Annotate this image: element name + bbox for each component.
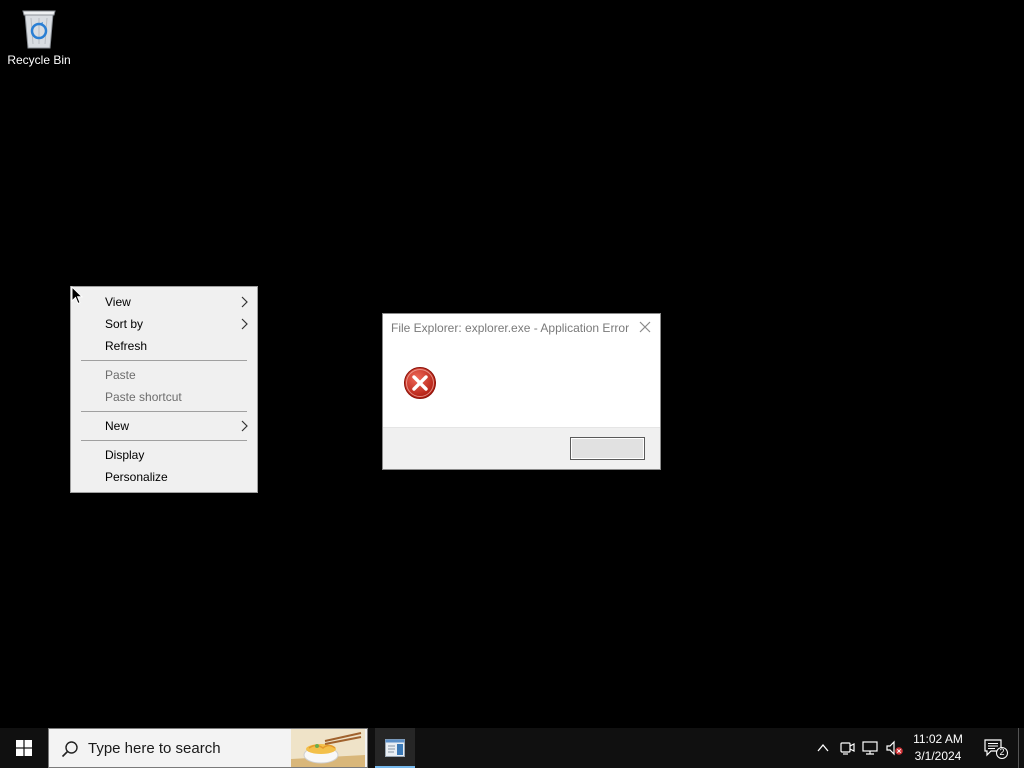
meet-now-icon[interactable] bbox=[839, 740, 855, 756]
menu-item-label: Display bbox=[105, 448, 145, 462]
menu-item-label: Paste bbox=[105, 368, 136, 382]
close-icon[interactable] bbox=[638, 320, 652, 334]
search-highlight-noodle-icon bbox=[291, 729, 365, 767]
chevron-right-icon bbox=[241, 420, 248, 432]
menu-item-refresh[interactable]: Refresh bbox=[71, 335, 257, 357]
menu-item-display[interactable]: Display bbox=[71, 444, 257, 466]
menu-item-label: Personalize bbox=[105, 470, 168, 484]
action-center-button[interactable]: 2 bbox=[978, 728, 1014, 768]
clock-time: 11:02 AM bbox=[913, 732, 963, 746]
search-placeholder: Type here to search bbox=[88, 740, 221, 757]
menu-item-sort-by[interactable]: Sort by bbox=[71, 313, 257, 335]
recycle-bin-shortcut[interactable]: Recycle Bin bbox=[4, 6, 74, 76]
menu-item-personalize[interactable]: Personalize bbox=[71, 466, 257, 488]
menu-item-label: Sort by bbox=[105, 317, 144, 331]
start-button[interactable] bbox=[0, 728, 48, 768]
ok-button[interactable] bbox=[570, 437, 645, 460]
menu-separator bbox=[81, 360, 247, 361]
search-icon bbox=[61, 741, 78, 758]
notification-count-badge: 2 bbox=[999, 747, 1005, 757]
chevron-up-icon[interactable] bbox=[816, 740, 830, 756]
app-window-icon bbox=[385, 739, 405, 757]
application-error-dialog: File Explorer: explorer.exe - Applicatio… bbox=[382, 313, 661, 470]
dialog-footer bbox=[383, 427, 660, 469]
show-desktop-button[interactable] bbox=[1018, 728, 1024, 768]
menu-item-new[interactable]: New bbox=[71, 415, 257, 437]
menu-item-paste-shortcut[interactable]: Paste shortcut bbox=[71, 386, 257, 408]
system-tray bbox=[812, 728, 904, 768]
menu-item-view[interactable]: View bbox=[71, 291, 257, 313]
taskbar-clock[interactable]: 11:02 AM 3/1/2024 bbox=[906, 731, 970, 765]
menu-item-label: Refresh bbox=[105, 339, 148, 353]
search-box[interactable]: Type here to search bbox=[48, 728, 368, 768]
menu-item-label: New bbox=[105, 419, 130, 433]
taskbar-app-error-window[interactable] bbox=[375, 728, 415, 768]
desktop[interactable]: Recycle Bin View Sort by Refresh Paste P… bbox=[0, 0, 1024, 728]
recycle-bin-icon bbox=[22, 10, 56, 49]
recycle-bin-label: Recycle Bin bbox=[7, 53, 71, 67]
chevron-right-icon bbox=[241, 318, 248, 330]
taskbar: Type here to search 11:02 AM 3/1/2024 2 bbox=[0, 728, 1024, 768]
menu-separator bbox=[81, 411, 247, 412]
menu-item-label: View bbox=[105, 295, 131, 309]
windows-logo-icon bbox=[16, 740, 32, 756]
menu-item-label: Paste shortcut bbox=[105, 390, 182, 404]
mouse-cursor-icon bbox=[71, 286, 83, 305]
chevron-right-icon bbox=[241, 296, 248, 308]
clock-date: 3/1/2024 bbox=[914, 749, 962, 763]
dialog-title: File Explorer: explorer.exe - Applicatio… bbox=[391, 321, 630, 335]
menu-separator bbox=[81, 440, 247, 441]
menu-item-paste[interactable]: Paste bbox=[71, 364, 257, 386]
volume-muted-icon[interactable] bbox=[886, 740, 904, 756]
network-icon[interactable] bbox=[862, 740, 880, 756]
error-icon bbox=[404, 367, 436, 399]
desktop-context-menu: View Sort by Refresh Paste Paste shortcu… bbox=[70, 286, 258, 493]
